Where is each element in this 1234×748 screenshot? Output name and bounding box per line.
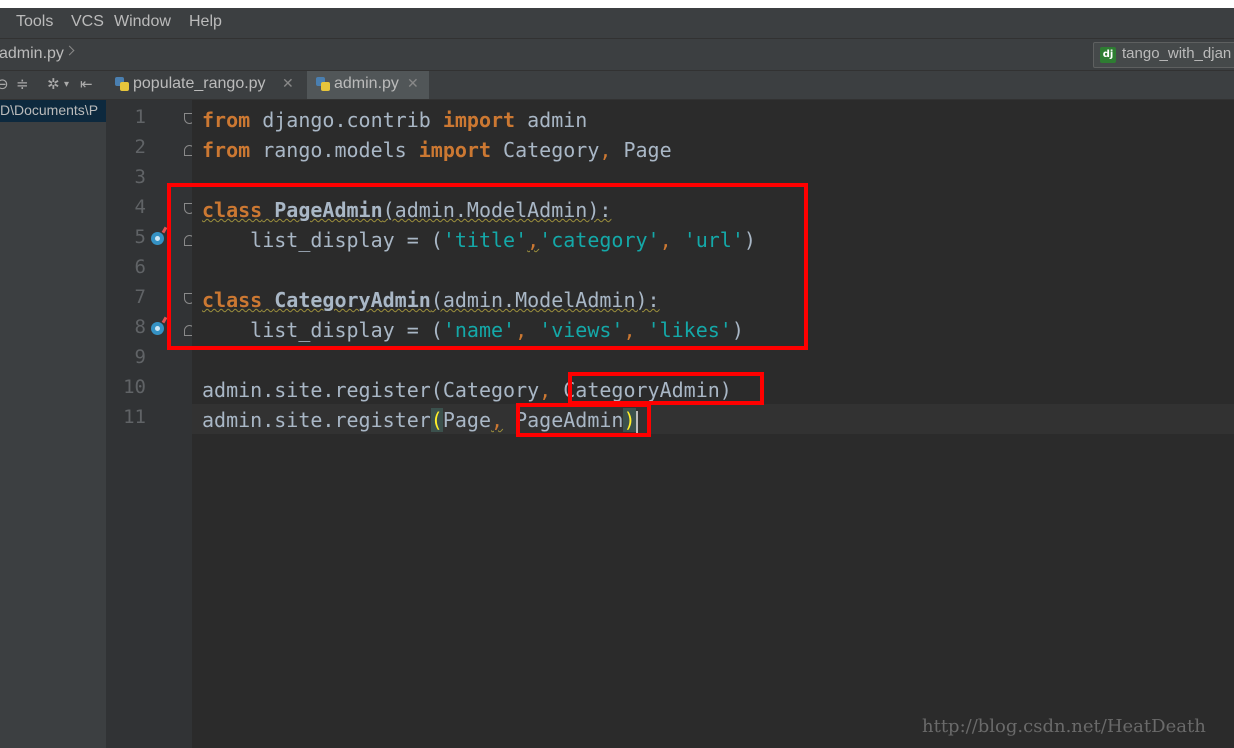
watermark: http://blog.csdn.net/HeatDeath: [922, 716, 1206, 737]
python-file-icon: [115, 77, 129, 91]
line-number: 10: [123, 376, 146, 398]
hide-panel-icon[interactable]: ⇤: [80, 75, 93, 93]
line-number: 9: [134, 346, 146, 368]
editor-tab-bar: populate_rango.py ✕ admin.py ✕: [106, 71, 1234, 100]
django-icon: dj: [1100, 47, 1116, 63]
close-icon[interactable]: ✕: [407, 76, 419, 92]
project-root-row[interactable]: D\Documents\P: [0, 100, 106, 122]
menu-window[interactable]: Window: [114, 13, 171, 31]
line-number: 2: [134, 136, 146, 158]
run-configuration-label: tango_with_djan: [1122, 45, 1232, 62]
tab-admin[interactable]: admin.py ✕: [307, 71, 429, 99]
line-number: 3: [134, 166, 146, 188]
project-root-path: D\Documents\P: [0, 102, 99, 118]
annotation-box-admin-classes: [167, 183, 808, 350]
menu-help[interactable]: Help: [189, 13, 222, 31]
tab-label: populate_rango.py: [133, 75, 266, 92]
collapse-all-icon[interactable]: ≑: [16, 75, 29, 93]
overrides-icon[interactable]: [151, 232, 164, 245]
overrides-icon[interactable]: [151, 322, 164, 335]
dropdown-arrow-icon[interactable]: ▾: [64, 79, 69, 90]
project-toolbar: ⊖ ≑ ✲ ▾ ⇤: [0, 71, 106, 100]
menu-bar: Tools VCS Window Help: [0, 8, 1234, 39]
run-configuration-selector[interactable]: dj tango_with_djan: [1093, 42, 1234, 68]
line-number: 6: [134, 256, 146, 278]
gear-icon[interactable]: ✲: [47, 75, 60, 93]
annotation-box-category-admin: [568, 372, 764, 405]
line-number: 4: [134, 196, 146, 218]
breadcrumb-file[interactable]: admin.py: [0, 45, 64, 63]
close-icon[interactable]: ✕: [282, 76, 294, 92]
line-number: 7: [134, 286, 146, 308]
tab-populate-rango[interactable]: populate_rango.py ✕: [106, 71, 302, 99]
code-line-1: from django.contrib import admin: [202, 108, 588, 132]
tab-label: admin.py: [334, 75, 399, 92]
window-title-bar: [0, 0, 1234, 8]
line-number: 8: [134, 316, 146, 338]
line-number: 5: [134, 226, 146, 248]
code-line-2: from rango.models import Category, Page: [202, 138, 672, 162]
line-number: 11: [123, 406, 146, 428]
project-panel: ⊖ ≑ ✲ ▾ ⇤ D\Documents\P: [0, 71, 106, 748]
menu-tools[interactable]: Tools: [16, 13, 53, 31]
scroll-from-source-icon[interactable]: ⊖: [0, 75, 9, 93]
menu-vcs[interactable]: VCS: [71, 13, 104, 31]
navigation-bar: admin.py dj tango_with_djan: [0, 39, 1234, 71]
chevron-right-icon: [64, 45, 75, 56]
python-file-icon: [316, 77, 330, 91]
line-number: 1: [134, 106, 146, 128]
annotation-box-page-admin: [516, 403, 651, 437]
